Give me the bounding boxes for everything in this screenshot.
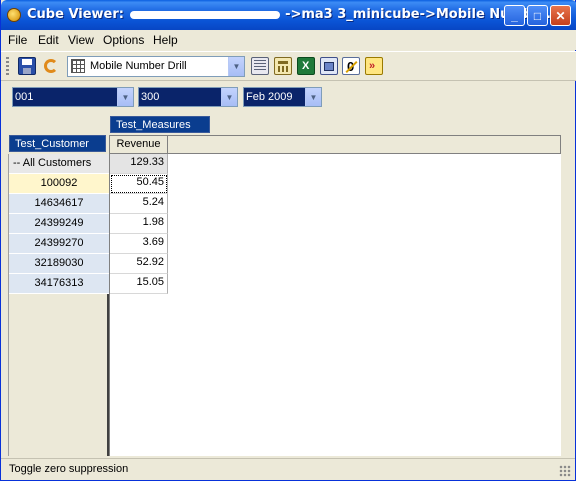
save-icon[interactable] xyxy=(18,57,36,75)
menu-bar: File Edit View Options Help xyxy=(1,30,576,50)
data-cell[interactable]: 52.92 xyxy=(110,254,168,274)
calculator-icon[interactable] xyxy=(274,57,292,75)
window-title: Cube Viewer: ->ma3 3_minicube->Mobile Nu… xyxy=(27,7,556,22)
menu-file[interactable]: File xyxy=(8,33,27,47)
toolbar-grip[interactable] xyxy=(6,57,9,77)
menu-help[interactable]: Help xyxy=(153,33,178,47)
data-cell[interactable]: 15.05 xyxy=(110,274,168,294)
close-button[interactable]: ✕ xyxy=(550,5,571,26)
chevron-down-icon[interactable]: ▼ xyxy=(221,88,237,106)
recalculate-icon[interactable] xyxy=(42,57,60,75)
row-header[interactable]: 24399270 xyxy=(9,234,109,254)
data-cell[interactable]: 50.45 xyxy=(110,174,168,194)
filter-value: Feb 2009 xyxy=(246,91,293,103)
zero-suppression-icon[interactable]: 0 xyxy=(342,57,360,75)
row-header[interactable]: 100092 xyxy=(9,174,109,194)
automatic-recalc-icon[interactable]: » xyxy=(365,57,383,75)
column-dimension-header[interactable]: Test_Measures xyxy=(110,116,210,133)
cube-icon[interactable] xyxy=(320,57,338,75)
minimize-button[interactable]: _ xyxy=(504,5,525,26)
menu-edit[interactable]: Edit xyxy=(38,33,59,47)
maximize-button[interactable]: □ xyxy=(527,5,548,26)
view-icon xyxy=(71,59,85,73)
status-text: Toggle zero suppression xyxy=(9,463,129,475)
view-dropdown[interactable]: Mobile Number Drill ▼ xyxy=(67,56,245,77)
chevron-down-icon[interactable]: ▼ xyxy=(117,88,133,106)
cube-viewer-window: Cube Viewer: ->ma3 3_minicube->Mobile Nu… xyxy=(0,0,576,481)
row-dimension-header[interactable]: Test_Customer xyxy=(9,135,106,152)
row-header[interactable]: 14634617 xyxy=(9,194,109,214)
row-header-column: -- All Customers 100092 14634617 2439924… xyxy=(8,154,109,456)
excel-export-icon[interactable]: X xyxy=(297,57,315,75)
view-dropdown-label: Mobile Number Drill xyxy=(90,60,187,72)
row-header[interactable]: 24399249 xyxy=(9,214,109,234)
title-prefix: Cube Viewer: xyxy=(27,7,124,22)
resize-grip-icon[interactable] xyxy=(559,465,571,477)
filter-value: 001 xyxy=(15,91,34,103)
column-header-bar: Revenue xyxy=(109,135,561,154)
filter-dropdown-2[interactable]: 300 ▼ xyxy=(138,87,238,107)
filter-dropdown-1[interactable]: 001 ▼ xyxy=(12,87,134,107)
row-header[interactable]: 34176313 xyxy=(9,274,109,294)
data-cell-total[interactable]: 129.33 xyxy=(110,154,168,174)
chevron-down-icon[interactable]: ▼ xyxy=(305,88,321,106)
redacted-text xyxy=(129,10,280,19)
title-bar[interactable]: Cube Viewer: ->ma3 3_minicube->Mobile Nu… xyxy=(1,0,576,30)
subset-editor-icon[interactable] xyxy=(251,57,269,75)
menu-view[interactable]: View xyxy=(68,33,94,47)
status-bar: Toggle zero suppression xyxy=(1,458,575,480)
data-cell[interactable]: 5.24 xyxy=(110,194,168,214)
chevron-down-icon[interactable]: ▼ xyxy=(228,57,244,76)
menu-options[interactable]: Options xyxy=(103,33,144,47)
data-cell[interactable]: 1.98 xyxy=(110,214,168,234)
row-header[interactable]: 32189030 xyxy=(9,254,109,274)
data-grid: 129.33 50.45 5.24 1.98 3.69 52.92 15.05 xyxy=(109,154,561,456)
data-cell[interactable]: 3.69 xyxy=(110,234,168,254)
filter-value: 300 xyxy=(141,91,160,103)
app-icon xyxy=(7,8,21,22)
toolbar: Mobile Number Drill ▼ X 0 » xyxy=(1,51,576,81)
row-header-all-customers[interactable]: -- All Customers xyxy=(9,154,109,174)
column-header-revenue[interactable]: Revenue xyxy=(110,136,168,153)
filter-dropdown-3[interactable]: Feb 2009 ▼ xyxy=(243,87,322,107)
